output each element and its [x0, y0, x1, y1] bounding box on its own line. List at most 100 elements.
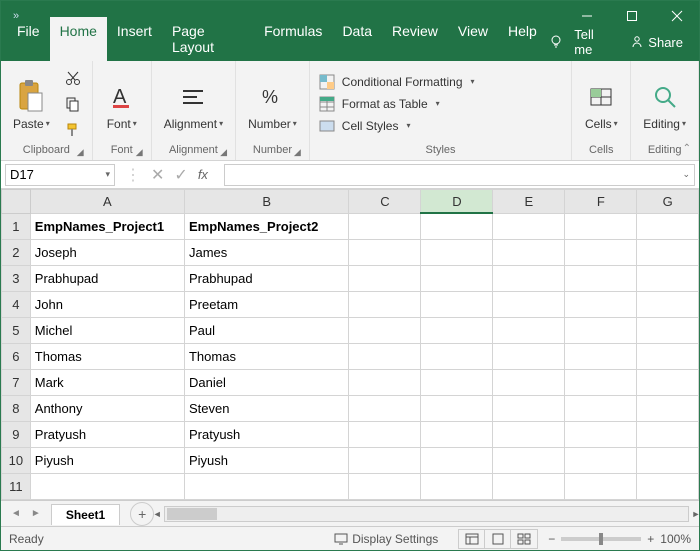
cell-C4[interactable]	[349, 291, 421, 317]
editing-button[interactable]: Editing▾	[637, 67, 692, 141]
cell-F5[interactable]	[565, 317, 637, 343]
number-launcher-icon[interactable]: ◢	[294, 147, 301, 158]
cell-E9[interactable]	[493, 421, 565, 447]
cell-F10[interactable]	[565, 447, 637, 473]
cell-D3[interactable]	[421, 265, 493, 291]
cell-E7[interactable]	[493, 369, 565, 395]
cell-E10[interactable]	[493, 447, 565, 473]
display-settings-button[interactable]: Display Settings	[334, 532, 438, 546]
cell-C7[interactable]	[349, 369, 421, 395]
cell-A6[interactable]: Thomas	[30, 343, 184, 369]
worksheet-grid[interactable]: ABCDEFG1EmpNames_Project1EmpNames_Projec…	[1, 189, 699, 500]
zoom-in-button[interactable]: +	[647, 532, 654, 546]
cell-G6[interactable]	[637, 343, 699, 369]
cell-D7[interactable]	[421, 369, 493, 395]
cell-B6[interactable]: Thomas	[184, 343, 348, 369]
row-header-3[interactable]: 3	[2, 265, 31, 291]
normal-view-button[interactable]	[459, 530, 485, 548]
cell-F1[interactable]	[565, 213, 637, 239]
cell-G8[interactable]	[637, 395, 699, 421]
cell-B7[interactable]: Daniel	[184, 369, 348, 395]
col-header-B[interactable]: B	[184, 190, 348, 214]
tab-page-layout[interactable]: Page Layout	[162, 17, 254, 61]
number-button[interactable]: % Number▾	[242, 67, 303, 141]
col-header-C[interactable]: C	[349, 190, 421, 214]
sheet-tab-sheet1[interactable]: Sheet1	[51, 504, 120, 525]
cell-D5[interactable]	[421, 317, 493, 343]
cells-button[interactable]: Cells▾	[578, 67, 624, 141]
cell-B11[interactable]	[184, 473, 348, 499]
cell-C11[interactable]	[349, 473, 421, 499]
cell-F2[interactable]	[565, 239, 637, 265]
cell-A7[interactable]: Mark	[30, 369, 184, 395]
cell-E3[interactable]	[493, 265, 565, 291]
font-button[interactable]: A Font▾	[99, 67, 145, 141]
tell-me-search[interactable]: Tell me	[568, 23, 620, 61]
zoom-out-button[interactable]: −	[548, 532, 555, 546]
tab-file[interactable]: File	[7, 17, 50, 61]
cell-A5[interactable]: Michel	[30, 317, 184, 343]
row-header-6[interactable]: 6	[2, 343, 31, 369]
col-header-D[interactable]: D	[421, 190, 493, 214]
cell-C9[interactable]	[349, 421, 421, 447]
cell-B3[interactable]: Prabhupad	[184, 265, 348, 291]
cell-D11[interactable]	[421, 473, 493, 499]
cell-F6[interactable]	[565, 343, 637, 369]
cell-E4[interactable]	[493, 291, 565, 317]
cell-A2[interactable]: Joseph	[30, 239, 184, 265]
name-box-dropdown-icon[interactable]: ▾	[105, 169, 110, 180]
horizontal-scrollbar[interactable]: ◄ ►	[164, 506, 689, 522]
tab-data[interactable]: Data	[332, 17, 382, 61]
scroll-right-icon[interactable]: ►	[688, 507, 700, 521]
cell-D2[interactable]	[421, 239, 493, 265]
lightbulb-icon[interactable]	[547, 34, 564, 51]
cell-A10[interactable]: Piyush	[30, 447, 184, 473]
cut-button[interactable]	[60, 67, 86, 89]
cell-C8[interactable]	[349, 395, 421, 421]
cell-F8[interactable]	[565, 395, 637, 421]
cell-B2[interactable]: James	[184, 239, 348, 265]
cell-G2[interactable]	[637, 239, 699, 265]
cell-E5[interactable]	[493, 317, 565, 343]
sheet-nav-next-icon[interactable]: ►	[27, 506, 45, 521]
cell-styles-button[interactable]: Cell Styles▾	[316, 117, 477, 135]
cell-D1[interactable]	[421, 213, 493, 239]
cell-D8[interactable]	[421, 395, 493, 421]
cell-B9[interactable]: Pratyush	[184, 421, 348, 447]
row-header-4[interactable]: 4	[2, 291, 31, 317]
row-header-11[interactable]: 11	[2, 473, 31, 499]
collapse-ribbon-icon[interactable]: ⌃	[683, 143, 691, 154]
tab-formulas[interactable]: Formulas	[254, 17, 332, 61]
zoom-slider[interactable]	[561, 537, 641, 541]
scroll-thumb[interactable]	[167, 508, 217, 520]
formula-expand-icon[interactable]: ⌄	[682, 169, 694, 180]
select-all-corner[interactable]	[2, 190, 31, 214]
page-break-view-button[interactable]	[511, 530, 537, 548]
cell-F4[interactable]	[565, 291, 637, 317]
cell-F11[interactable]	[565, 473, 637, 499]
cancel-formula-icon[interactable]: ✕	[151, 165, 164, 185]
cell-A1[interactable]: EmpNames_Project1	[30, 213, 184, 239]
cell-E11[interactable]	[493, 473, 565, 499]
cell-C5[interactable]	[349, 317, 421, 343]
copy-button[interactable]	[60, 93, 86, 115]
col-header-G[interactable]: G	[637, 190, 699, 214]
cell-D10[interactable]	[421, 447, 493, 473]
enter-formula-icon[interactable]: ✓	[174, 165, 187, 185]
cell-B1[interactable]: EmpNames_Project2	[184, 213, 348, 239]
conditional-formatting-button[interactable]: Conditional Formatting▾	[316, 73, 477, 91]
share-button[interactable]: Share	[624, 31, 689, 54]
zoom-level[interactable]: 100%	[660, 532, 691, 546]
formula-bar[interactable]: ⌄	[224, 164, 695, 186]
cell-B10[interactable]: Piyush	[184, 447, 348, 473]
row-header-5[interactable]: 5	[2, 317, 31, 343]
cell-C1[interactable]	[349, 213, 421, 239]
alignment-launcher-icon[interactable]: ◢	[220, 147, 227, 158]
paste-button[interactable]: Paste▾	[7, 67, 56, 141]
cell-D4[interactable]	[421, 291, 493, 317]
row-header-9[interactable]: 9	[2, 421, 31, 447]
cell-E1[interactable]	[493, 213, 565, 239]
tab-review[interactable]: Review	[382, 17, 448, 61]
cell-C3[interactable]	[349, 265, 421, 291]
col-header-E[interactable]: E	[493, 190, 565, 214]
